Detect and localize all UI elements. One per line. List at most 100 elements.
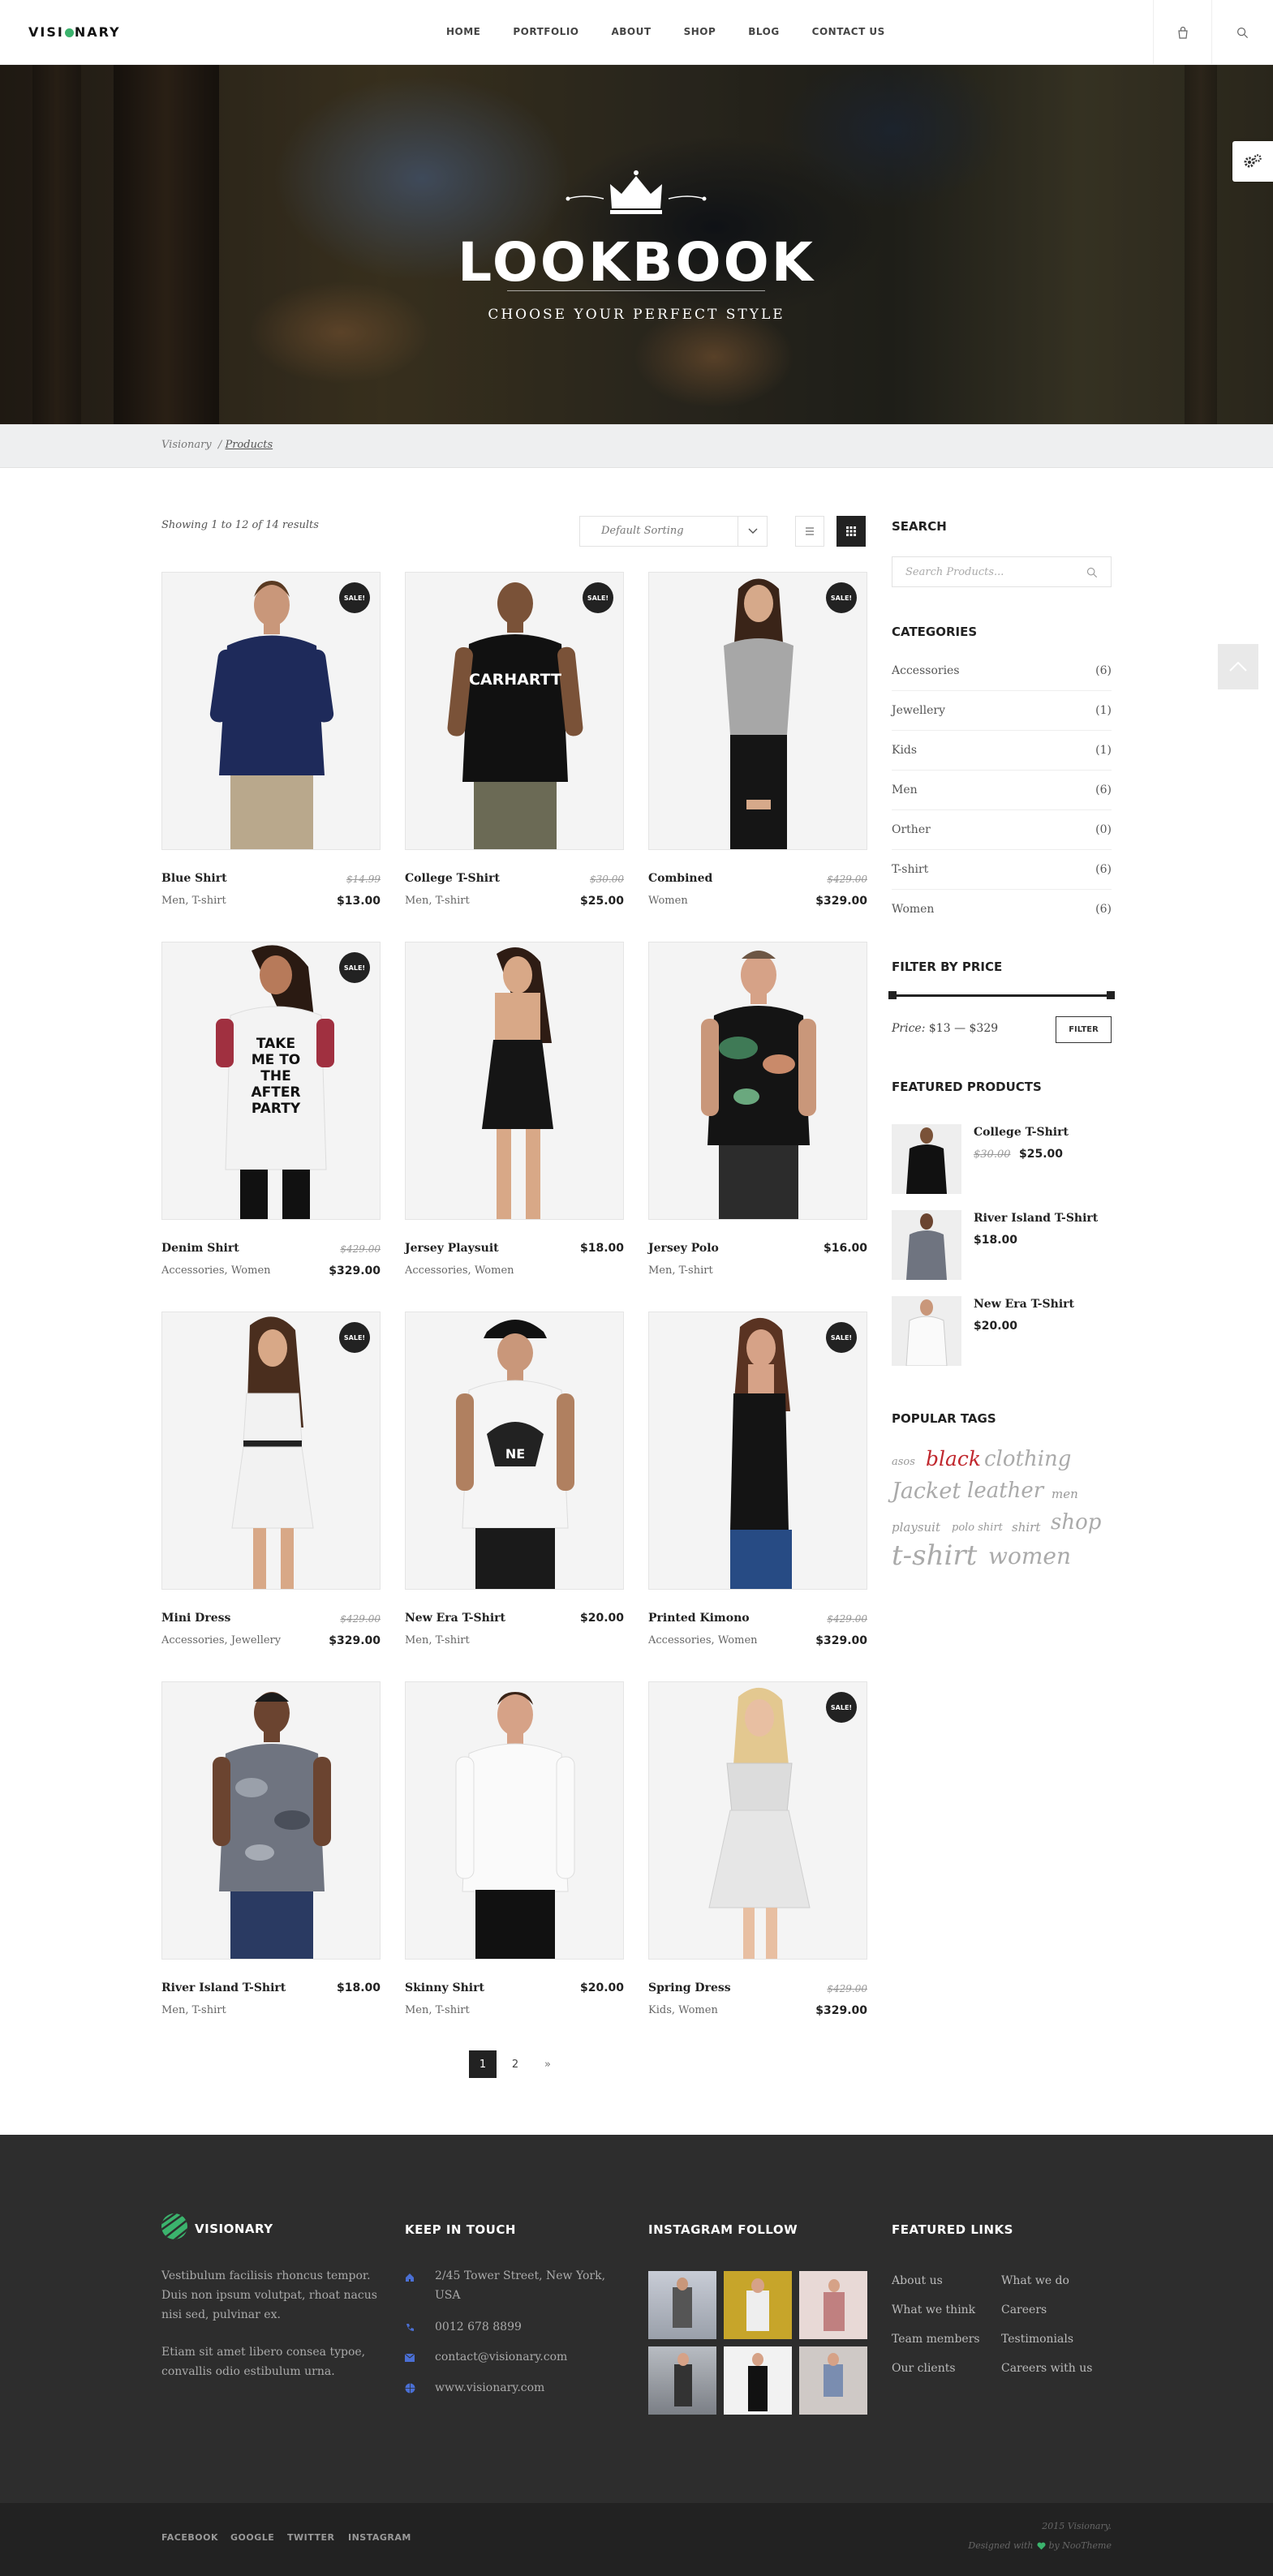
tag-link[interactable]: polo shirt — [952, 1522, 1003, 1534]
category-name[interactable]: Orther — [892, 823, 931, 836]
pagination-page-1[interactable]: 1 — [469, 2050, 497, 2078]
designed-by-link[interactable]: by NooTheme — [1049, 2540, 1112, 2551]
product-name[interactable]: Mini Dress — [161, 1612, 230, 1625]
footer-link[interactable]: Team members — [892, 2333, 980, 2346]
tag-link[interactable]: asos — [892, 1456, 915, 1468]
nav-portfolio[interactable]: PORTFOLIO — [513, 26, 578, 37]
product-name[interactable]: River Island T-Shirt — [161, 1981, 286, 1994]
tag-link[interactable]: playsuit — [892, 1520, 940, 1535]
tag-link[interactable]: men — [1052, 1487, 1078, 1501]
nav-about[interactable]: ABOUT — [611, 26, 651, 37]
featured-name[interactable]: College T-Shirt — [974, 1126, 1069, 1139]
category-item[interactable]: Men (6) — [892, 771, 1112, 810]
category-name[interactable]: Men — [892, 784, 918, 796]
product-categories[interactable]: Accessories, Women — [405, 1264, 514, 1277]
category-item[interactable]: Jewellery (1) — [892, 691, 1112, 731]
breadcrumb-home[interactable]: Visionary — [161, 439, 212, 451]
product-name[interactable]: Spring Dress — [648, 1981, 731, 1994]
product-image[interactable] — [405, 942, 624, 1220]
nav-blog[interactable]: BLOG — [748, 26, 779, 37]
footer-website[interactable]: www.visionary.com — [435, 2378, 544, 2398]
instagram-photo[interactable] — [648, 2346, 716, 2415]
featured-thumb[interactable] — [892, 1210, 961, 1280]
product-image[interactable] — [405, 1681, 624, 1960]
search-button[interactable] — [1211, 0, 1273, 65]
category-name[interactable]: T-shirt — [892, 863, 928, 876]
nav-shop[interactable]: SHOP — [684, 26, 716, 37]
instagram-photo[interactable] — [799, 2346, 867, 2415]
category-name[interactable]: Jewellery — [892, 704, 945, 717]
product-categories[interactable]: Women — [648, 895, 688, 907]
pagination-page-2[interactable]: 2 — [501, 2050, 529, 2078]
product-image[interactable]: CARHARTT SALE! — [405, 572, 624, 850]
cart-button[interactable] — [1153, 0, 1211, 65]
product-image[interactable] — [161, 1681, 381, 1960]
product-name[interactable]: Combined — [648, 872, 712, 885]
product-image[interactable]: TAKE ME TO THE AFTER PARTY SALE! — [161, 942, 381, 1220]
product-name[interactable]: Skinny Shirt — [405, 1981, 484, 1994]
social-facebook[interactable]: FACEBOOK — [161, 2532, 218, 2543]
product-image[interactable]: SALE! — [648, 1312, 867, 1590]
footer-link[interactable]: What we do — [1001, 2274, 1069, 2287]
product-categories[interactable]: Accessories, Women — [161, 1264, 271, 1277]
pagination-next[interactable]: » — [534, 2050, 561, 2078]
footer-link[interactable]: Careers — [1001, 2303, 1047, 2316]
category-item[interactable]: Orther (0) — [892, 810, 1112, 850]
product-name[interactable]: Blue Shirt — [161, 872, 227, 885]
tag-link[interactable]: Jacket — [892, 1479, 961, 1504]
product-name[interactable]: Printed Kimono — [648, 1612, 750, 1625]
social-twitter[interactable]: TWITTER — [287, 2532, 334, 2543]
footer-link[interactable]: What we think — [892, 2303, 975, 2316]
product-name[interactable]: Denim Shirt — [161, 1242, 239, 1255]
category-name[interactable]: Accessories — [892, 664, 960, 677]
list-view-button[interactable] — [795, 516, 824, 547]
featured-name[interactable]: New Era T-Shirt — [974, 1298, 1074, 1311]
instagram-photo[interactable] — [648, 2271, 716, 2339]
category-item[interactable]: Kids (1) — [892, 731, 1112, 771]
product-image[interactable]: SALE! — [161, 1312, 381, 1590]
product-name[interactable]: Jersey Playsuit — [405, 1242, 499, 1255]
product-categories[interactable]: Men, T-shirt — [405, 2004, 470, 2016]
search-input[interactable]: Search Products... — [892, 556, 1112, 587]
category-name[interactable]: Kids — [892, 744, 917, 757]
search-icon[interactable] — [1086, 567, 1098, 578]
nav-home[interactable]: HOME — [446, 26, 480, 37]
product-categories[interactable]: Men, T-shirt — [648, 1264, 713, 1277]
product-categories[interactable]: Men, T-shirt — [161, 895, 226, 907]
price-slider-max-handle[interactable] — [1107, 991, 1115, 999]
sort-select[interactable]: Default Sorting — [579, 516, 768, 547]
social-instagram[interactable]: INSTAGRAM — [348, 2532, 411, 2543]
product-categories[interactable]: Kids, Women — [648, 2004, 718, 2016]
nav-contact[interactable]: CONTACT US — [812, 26, 885, 37]
product-categories[interactable]: Accessories, Jewellery — [161, 1634, 281, 1646]
instagram-photo[interactable] — [724, 2271, 792, 2339]
grid-view-button[interactable] — [836, 516, 866, 547]
settings-button[interactable] — [1232, 141, 1273, 182]
category-item[interactable]: Accessories (6) — [892, 651, 1112, 691]
breadcrumb-current[interactable]: Products — [225, 439, 273, 451]
instagram-photo[interactable] — [724, 2346, 792, 2415]
featured-name[interactable]: River Island T-Shirt — [974, 1212, 1098, 1225]
footer-link[interactable]: About us — [892, 2274, 943, 2287]
footer-link[interactable]: Our clients — [892, 2362, 956, 2375]
featured-thumb[interactable] — [892, 1124, 961, 1194]
footer-link[interactable]: Testimonials — [1001, 2333, 1073, 2346]
product-image[interactable] — [648, 942, 867, 1220]
social-google[interactable]: GOOGLE — [230, 2532, 274, 2543]
back-to-top-button[interactable] — [1218, 644, 1258, 689]
product-name[interactable]: New Era T-Shirt — [405, 1612, 505, 1625]
price-slider-track[interactable] — [892, 994, 1112, 997]
product-categories[interactable]: Men, T-shirt — [405, 895, 470, 907]
tag-link[interactable]: shirt — [1012, 1520, 1040, 1535]
product-image[interactable]: SALE! — [648, 1681, 867, 1960]
product-image[interactable]: NE — [405, 1312, 624, 1590]
footer-email[interactable]: contact@visionary.com — [435, 2347, 567, 2367]
product-name[interactable]: College T-Shirt — [405, 872, 500, 885]
product-categories[interactable]: Accessories, Women — [648, 1634, 758, 1646]
tag-link[interactable]: women — [988, 1543, 1071, 1569]
tag-link[interactable]: leather — [967, 1479, 1043, 1503]
featured-thumb[interactable] — [892, 1296, 961, 1366]
product-name[interactable]: Jersey Polo — [648, 1242, 719, 1255]
product-categories[interactable]: Men, T-shirt — [405, 1634, 470, 1646]
footer-link[interactable]: Careers with us — [1001, 2362, 1092, 2375]
